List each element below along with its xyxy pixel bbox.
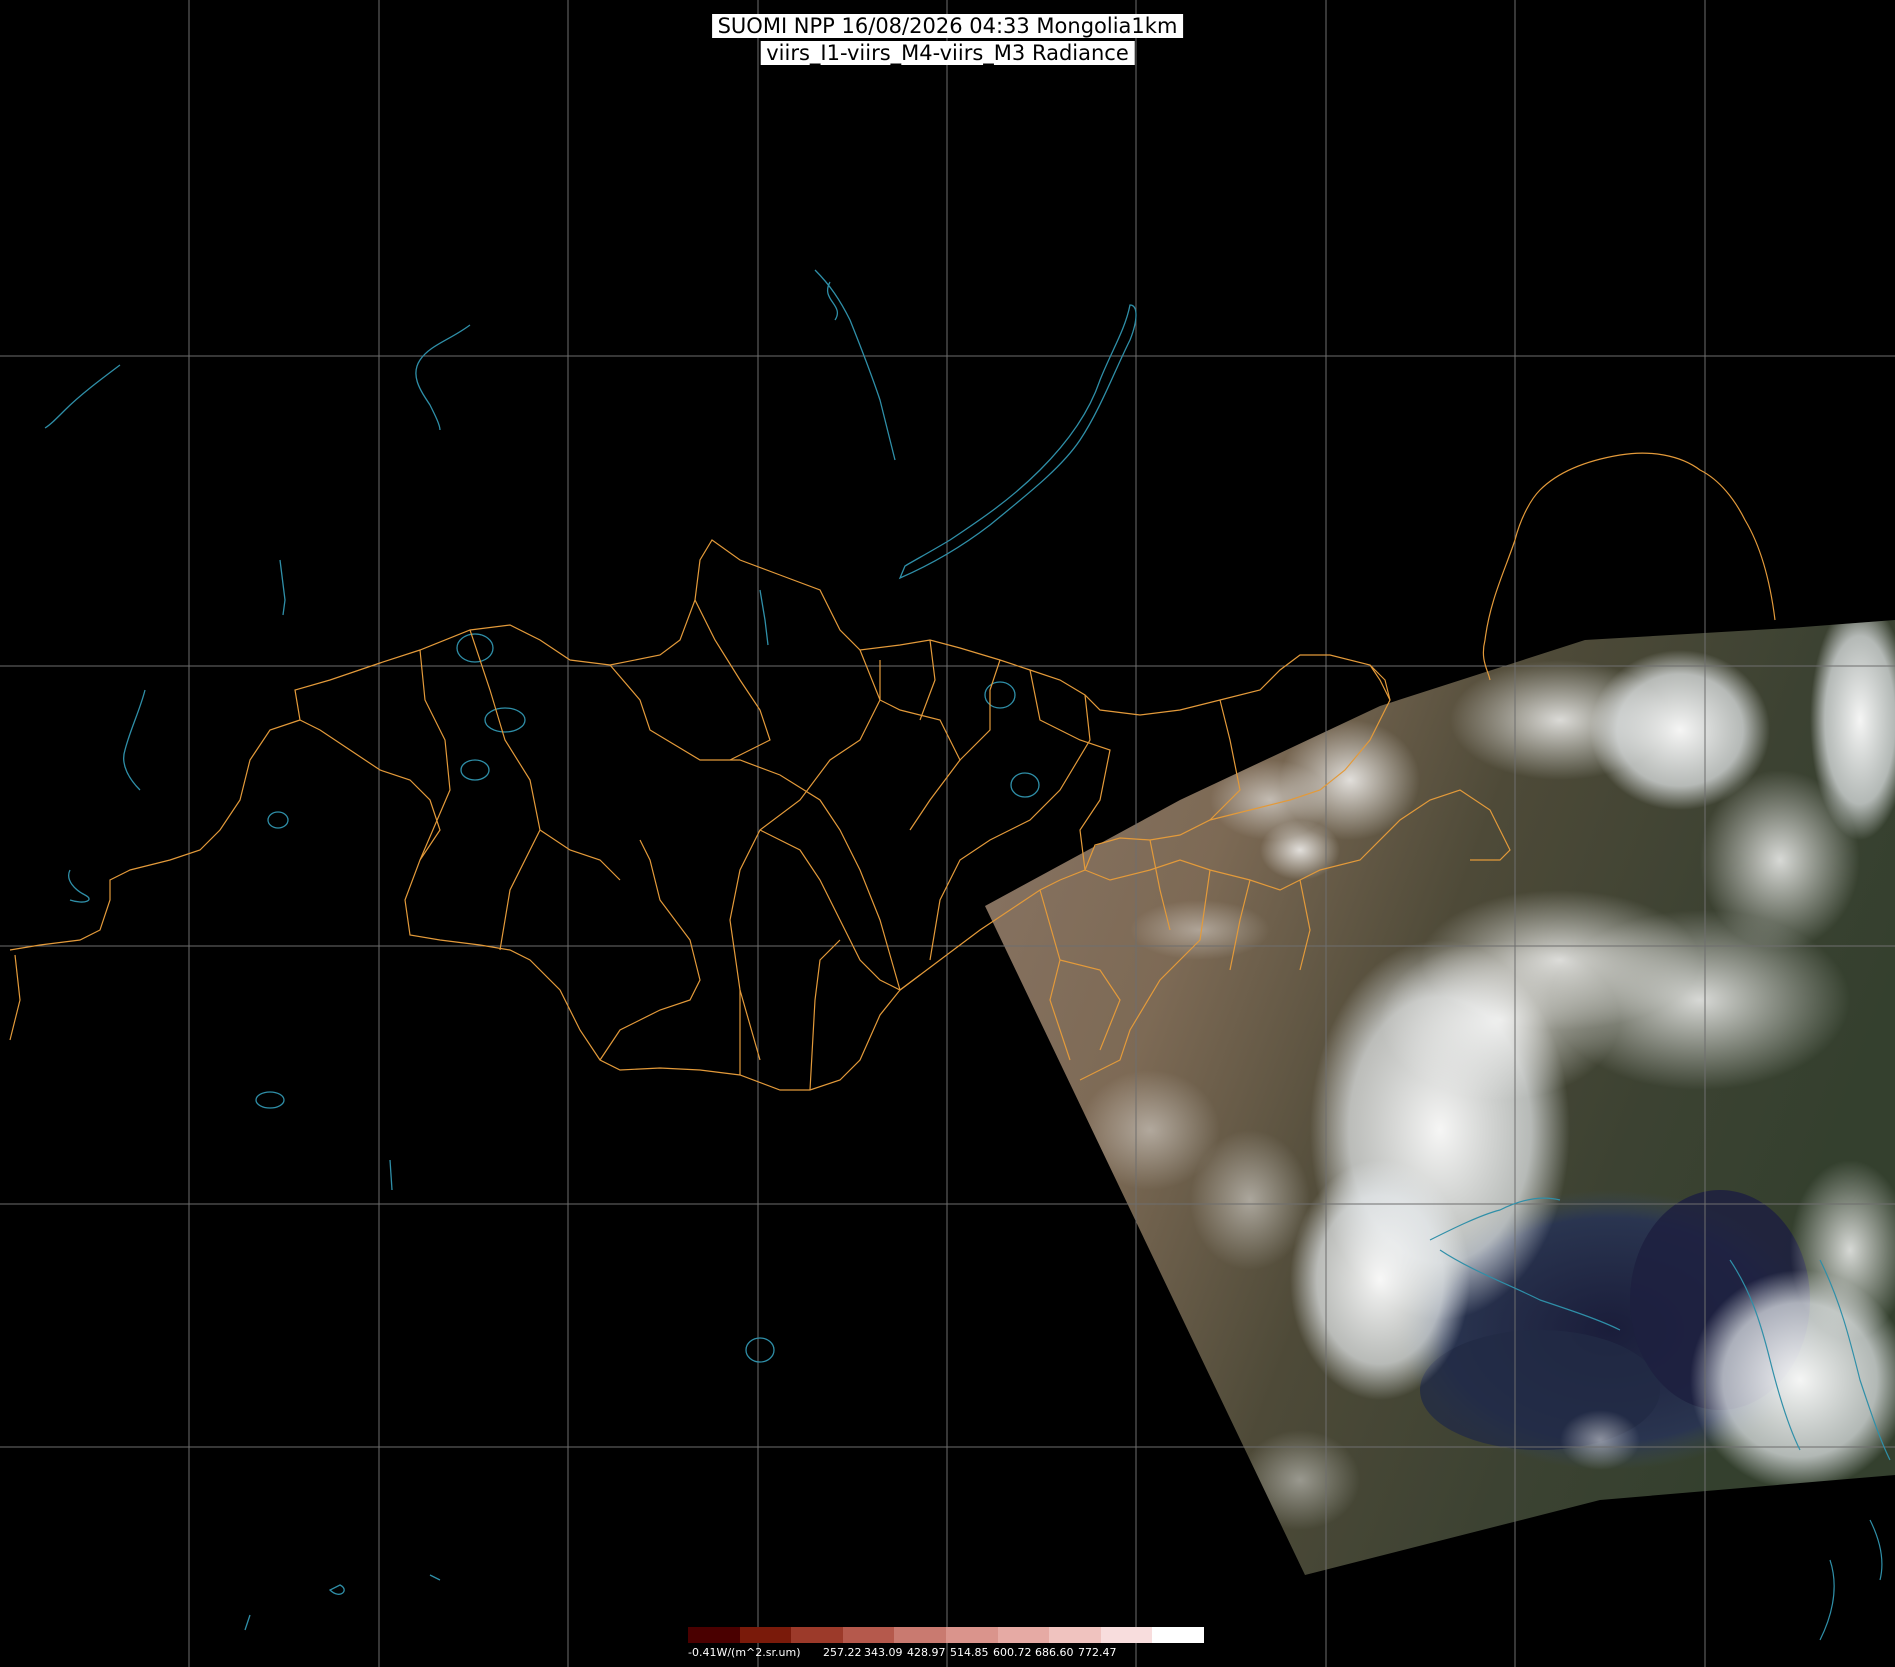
water-features	[44, 269, 1137, 1631]
colorbar-cell	[842, 1627, 895, 1643]
satellite-map	[0, 0, 1895, 1667]
title-line-1: SUOMI NPP 16/08/2026 04:33 Mongolia1km	[711, 14, 1184, 38]
colorbar-label: 686.60	[1035, 1646, 1074, 1659]
colorbar-cell	[739, 1627, 792, 1643]
colorbar	[688, 1627, 1205, 1644]
colorbar-cell	[1152, 1627, 1205, 1643]
colorbar-cell	[791, 1627, 844, 1643]
colorbar-label: -0.41W/(m^2.sr.um)	[688, 1646, 801, 1659]
colorbar-label: 428.97	[907, 1646, 946, 1659]
colorbar-cell	[1100, 1627, 1153, 1643]
colorbar-label: 343.09	[864, 1646, 903, 1659]
colorbar-cell	[1049, 1627, 1102, 1643]
colorbar-label: 772.47	[1078, 1646, 1117, 1659]
colorbar-labels: -0.41W/(m^2.sr.um) 257.22 343.09 428.97 …	[688, 1646, 1208, 1660]
colorbar-label: 600.72	[993, 1646, 1032, 1659]
colorbar-cell	[894, 1627, 947, 1643]
title-line-2: viirs_I1-viirs_M4-viirs_M3 Radiance	[760, 41, 1135, 65]
satellite-swath	[985, 620, 1895, 1575]
colorbar-label: 514.85	[950, 1646, 989, 1659]
colorbar-cell	[946, 1627, 998, 1643]
colorbar-label: 257.22	[823, 1646, 862, 1659]
colorbar-cell	[688, 1627, 740, 1643]
colorbar-cell	[997, 1627, 1050, 1643]
